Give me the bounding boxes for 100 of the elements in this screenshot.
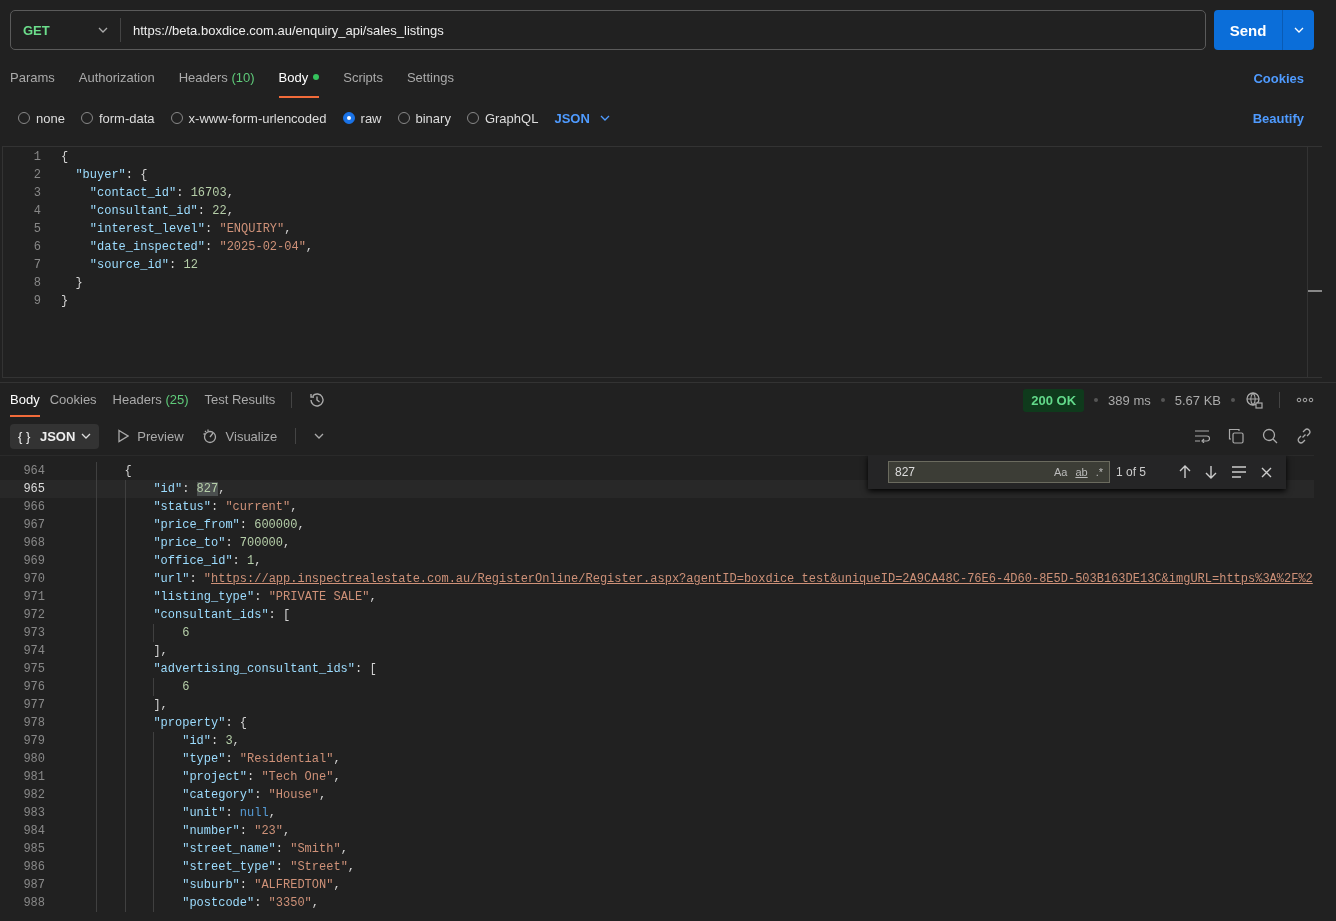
request-tab[interactable]: Scripts — [343, 58, 383, 98]
url-link[interactable]: https://app.inspectrealestate.com.au/RegisterOnline/Register.aspx?agentID=boxdice_test&uniqueID=2A9CA48C-76E6-4D60-8E5D-503B163DE13C&imgURL=https%3A%2F%2 — [211, 572, 1313, 586]
number-value: 22 — [212, 204, 227, 218]
punctuation: , — [290, 500, 298, 514]
whole-word-toggle[interactable]: ab — [1075, 466, 1088, 478]
json-key: "number" — [182, 824, 240, 838]
url-field[interactable]: https://beta.boxdice.com.au/enquiry_api/sales_listings — [121, 21, 1205, 39]
line-number: 980 — [22, 752, 46, 766]
regex-toggle[interactable]: .* — [1095, 466, 1103, 478]
find-field[interactable]: 827 Aa ab .* — [888, 461, 1110, 483]
json-key: "price_from" — [153, 518, 240, 532]
json-key: "url" — [153, 572, 190, 586]
format-dropdown[interactable]: { } JSON — [10, 423, 100, 449]
number-value: 600000 — [254, 518, 298, 532]
body-type-radio[interactable]: x-www-form-urlencoded — [170, 110, 327, 126]
number-value: 12 — [183, 258, 198, 272]
method-dropdown[interactable]: GET — [11, 18, 121, 42]
punctuation: { — [124, 464, 132, 478]
json-key: "consultant_ids" — [153, 608, 269, 622]
line-number: 974 — [22, 644, 46, 658]
body-type-radio[interactable]: form-data — [80, 110, 155, 126]
chevron-down-icon[interactable] — [314, 433, 325, 439]
punctuation: ], — [153, 644, 168, 658]
line-number: 964 — [22, 464, 46, 478]
request-url-field[interactable]: GET https://beta.boxdice.com.au/enquiry_api/sales_listings — [10, 10, 1206, 50]
punctuation: : — [169, 258, 178, 272]
punctuation: : — [225, 752, 234, 766]
string-value: "2025-02-04" — [219, 240, 306, 254]
search-icon[interactable] — [1262, 428, 1278, 444]
punctuation: : — [225, 806, 234, 820]
wrap-icon[interactable] — [1194, 429, 1210, 443]
cookies-link[interactable]: Cookies — [1253, 70, 1304, 86]
number-value: 1 — [247, 554, 255, 568]
response-tab[interactable]: Body — [10, 383, 40, 417]
punctuation: : — [239, 824, 248, 838]
punctuation: , — [268, 806, 276, 820]
line-number: 981 — [22, 770, 46, 784]
punctuation: : — [197, 204, 207, 218]
response-time: 389 ms — [1108, 392, 1151, 408]
number-value: 6 — [182, 626, 190, 640]
punctuation: : — [239, 518, 248, 532]
request-tab[interactable]: Params — [10, 58, 55, 98]
visualize-button[interactable]: Visualize — [201, 428, 278, 444]
string-value: "PRIVATE SALE" — [268, 590, 370, 604]
body-type-radio[interactable]: none — [18, 110, 65, 126]
line-number: 978 — [22, 716, 46, 730]
punctuation: , — [232, 734, 240, 748]
json-key: "interest_level" — [61, 222, 206, 236]
response-tab[interactable]: Test Results — [204, 383, 276, 417]
close-icon[interactable] — [1261, 466, 1272, 478]
punctuation: , — [226, 186, 234, 200]
json-key: "date_inspected" — [61, 240, 206, 254]
number-value: 16703 — [190, 186, 227, 200]
selection-icon[interactable] — [1231, 466, 1247, 478]
format-dropdown[interactable]: JSON — [554, 110, 610, 126]
line-number: 2 — [32, 168, 42, 182]
arrow-down-icon[interactable] — [1205, 465, 1217, 479]
copy-icon[interactable] — [1228, 428, 1244, 444]
json-key: "id" — [182, 734, 211, 748]
punctuation: , — [283, 536, 291, 550]
punctuation: : — [254, 896, 263, 910]
body-type-radio[interactable]: GraphQL — [466, 110, 539, 126]
body-type-radio[interactable]: binary — [397, 110, 451, 126]
body-type-radio[interactable]: raw — [342, 110, 382, 126]
string-value: "ALFREDTON" — [254, 878, 334, 892]
beautify-link[interactable]: Beautify — [1252, 110, 1304, 126]
punctuation: , — [333, 752, 341, 766]
request-tab[interactable]: Authorization — [78, 58, 155, 98]
play-icon — [117, 429, 130, 443]
line-number: 968 — [22, 536, 46, 550]
line-number: 984 — [22, 824, 46, 838]
json-key: "street_type" — [182, 860, 276, 874]
globe-lock-icon[interactable] — [1245, 391, 1263, 409]
punctuation: , — [226, 204, 234, 218]
line-number: 6 — [32, 240, 42, 254]
punctuation: , — [218, 482, 226, 496]
line-number: 3 — [32, 186, 42, 200]
link-icon[interactable] — [1296, 428, 1312, 444]
gauge-icon — [201, 428, 218, 444]
preview-button[interactable]: Preview — [117, 428, 184, 444]
punctuation: : — [275, 860, 284, 874]
request-tab[interactable]: Headers (10) — [178, 58, 255, 98]
response-tab[interactable]: Headers (25) — [112, 383, 189, 417]
json-key: "project" — [182, 770, 247, 784]
punctuation: : — [211, 734, 220, 748]
json-key: "buyer" — [61, 168, 126, 182]
punctuation: ], — [153, 698, 168, 712]
response-tab[interactable]: Cookies — [49, 383, 97, 417]
more-icon[interactable] — [1296, 397, 1314, 403]
punctuation: : — [254, 590, 263, 604]
match-case-toggle[interactable]: Aa — [1053, 466, 1068, 478]
punctuation: : — [176, 186, 185, 200]
line-number: 976 — [22, 680, 46, 694]
punctuation: : — [205, 222, 214, 236]
punctuation: , — [347, 860, 356, 874]
request-tab[interactable]: Body — [278, 58, 320, 98]
arrow-up-icon[interactable] — [1179, 465, 1191, 479]
request-tab[interactable]: Settings — [406, 58, 454, 98]
line-number: 972 — [22, 608, 46, 622]
history-icon[interactable] — [308, 391, 327, 409]
